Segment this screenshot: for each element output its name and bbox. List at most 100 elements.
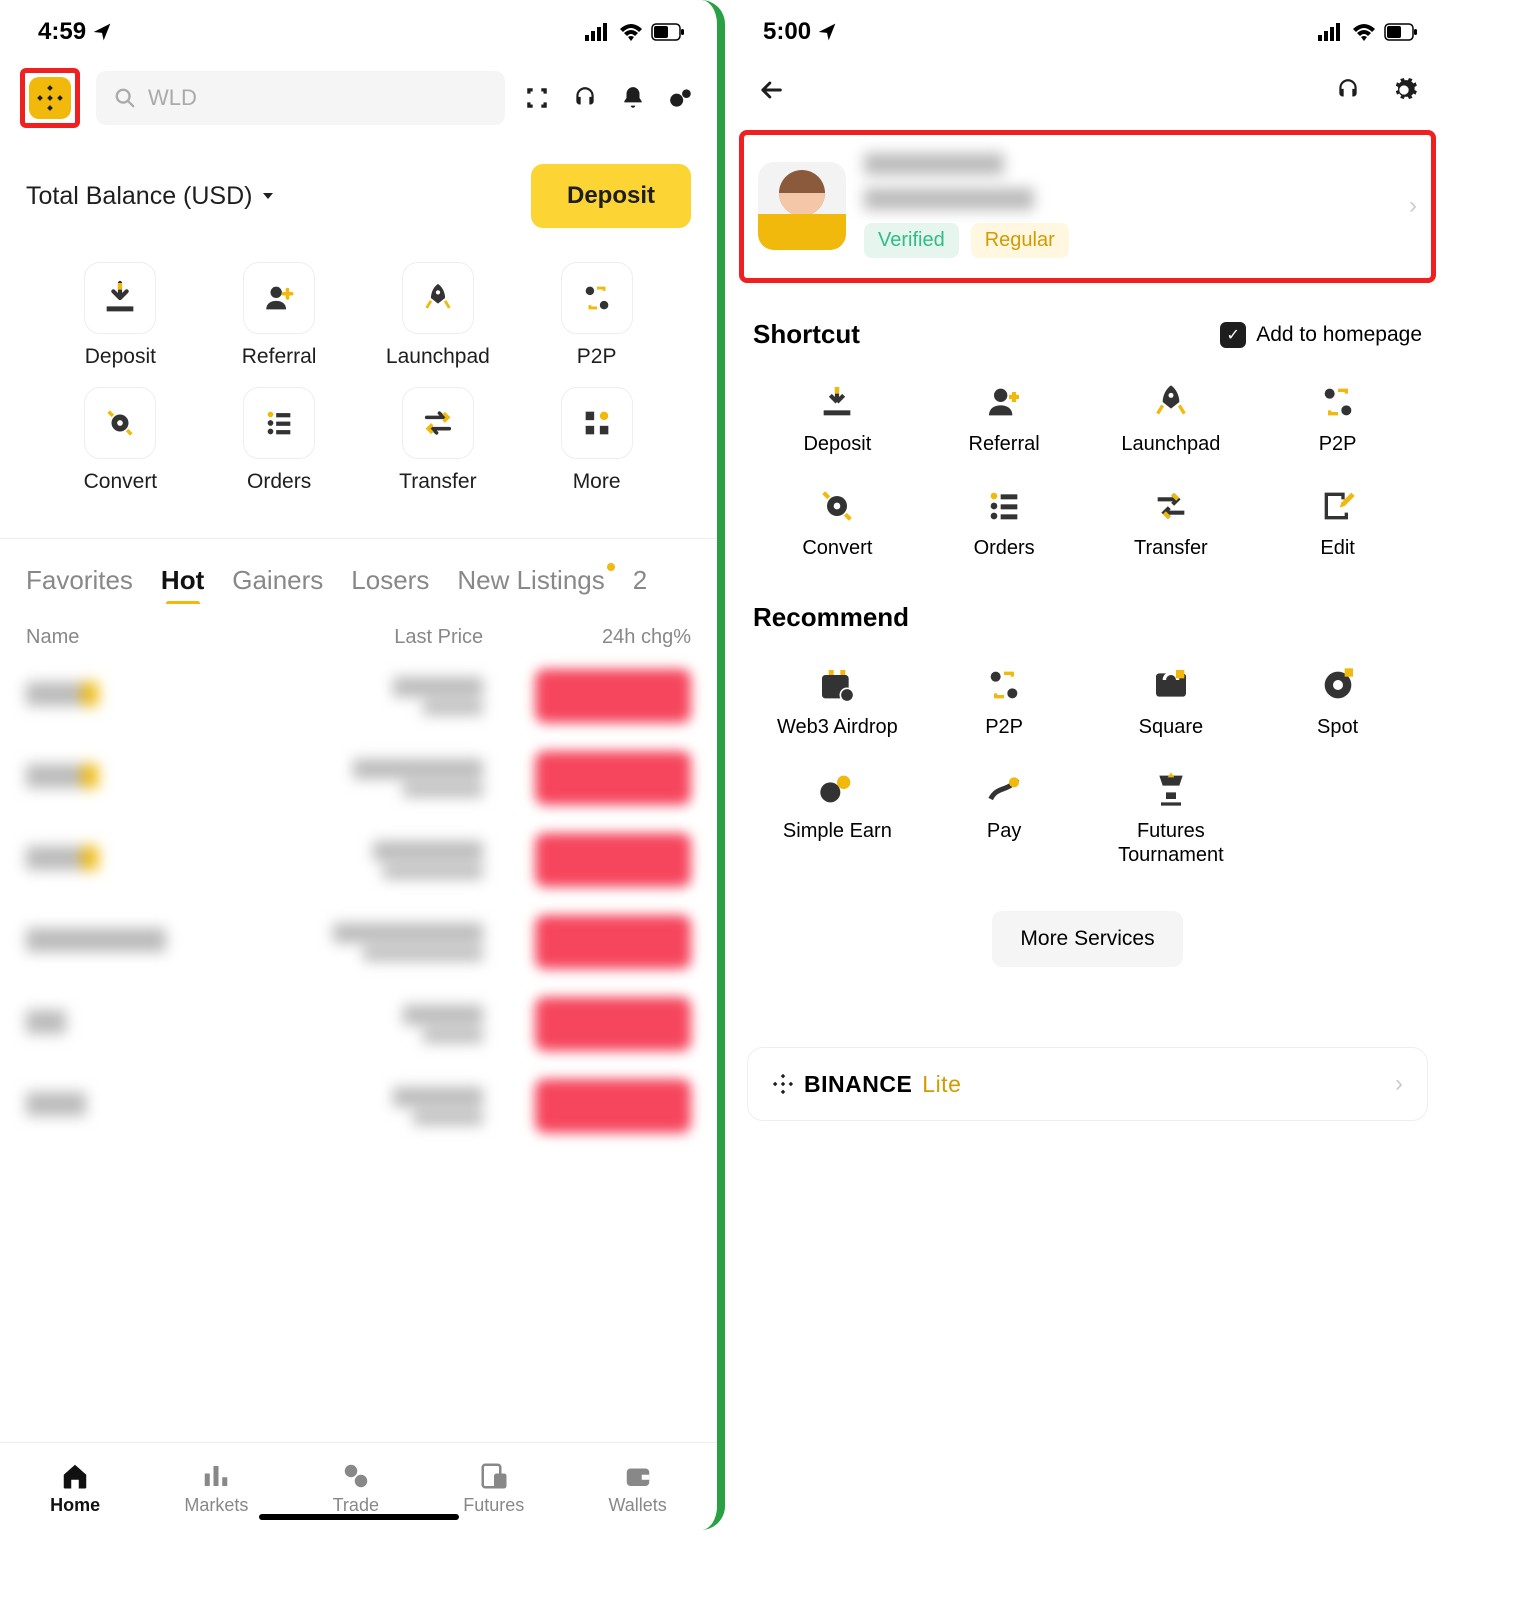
lite-suffix: Lite <box>922 1071 961 1098</box>
headset-icon[interactable] <box>569 82 601 114</box>
recommend-spot[interactable]: Spot <box>1259 665 1416 739</box>
status-time: 4:59 <box>38 18 86 46</box>
shortcut-edit[interactable]: Edit <box>1259 486 1416 560</box>
status-bar: 5:00 <box>725 0 1450 56</box>
search-placeholder: WLD <box>148 85 197 111</box>
tab-hot[interactable]: Hot <box>161 565 204 596</box>
header-name[interactable]: Name <box>26 626 275 649</box>
balance-dropdown[interactable]: Total Balance (USD) <box>26 182 276 211</box>
battery-icon <box>651 23 685 41</box>
signal-icon <box>585 23 611 41</box>
signal-icon <box>1318 23 1344 41</box>
divider <box>0 538 717 539</box>
profile-name-redacted <box>864 153 1391 180</box>
wifi-icon <box>1352 23 1376 41</box>
recommend-p2p[interactable]: P2P <box>926 665 1083 739</box>
header-bar <box>725 56 1450 124</box>
recommend-web3-airdrop[interactable]: Web3 Airdrop <box>759 665 916 739</box>
screen-home: 4:59 WLD Total Balance (USD) Deposit <box>0 0 725 1530</box>
shortcut-referral[interactable]: Referral <box>926 382 1083 456</box>
binance-lite-card[interactable]: BINANCE Lite › <box>747 1047 1428 1121</box>
tab-losers[interactable]: Losers <box>351 565 429 596</box>
binance-logo[interactable] <box>29 77 71 119</box>
section-shortcut-header: Shortcut ✓ Add to homepage <box>725 301 1450 358</box>
search-icon <box>114 87 136 109</box>
top-toolbar: WLD <box>0 56 717 140</box>
tab-more[interactable]: 2 <box>633 565 647 596</box>
recommend-square[interactable]: Square <box>1093 665 1250 739</box>
chat-icon[interactable] <box>665 82 697 114</box>
shortcut-referral[interactable]: Referral <box>209 262 350 369</box>
badge-verified: Verified <box>864 223 959 258</box>
nav-wallets[interactable]: Wallets <box>608 1461 666 1516</box>
chevron-down-icon <box>260 188 276 204</box>
market-tabs: Favorites Hot Gainers Losers New Listing… <box>0 547 717 604</box>
headset-icon[interactable] <box>1332 74 1364 106</box>
shortcut-deposit[interactable]: Deposit <box>50 262 191 369</box>
nav-home[interactable]: Home <box>50 1461 100 1516</box>
chevron-right-icon: › <box>1395 1070 1403 1098</box>
market-row[interactable] <box>0 901 717 983</box>
back-button[interactable] <box>755 74 787 106</box>
lite-brand: BINANCE <box>804 1071 912 1098</box>
nav-trade[interactable]: Trade <box>333 1461 379 1516</box>
shortcut-launchpad[interactable]: Launchpad <box>1093 382 1250 456</box>
location-icon <box>817 22 837 42</box>
shortcut-deposit[interactable]: Deposit <box>759 382 916 456</box>
shortcut-orders[interactable]: Orders <box>209 387 350 494</box>
shortcut-more[interactable]: More <box>526 387 667 494</box>
header-chg[interactable]: 24h chg% <box>483 626 691 649</box>
section-recommend-header: Recommend <box>725 584 1450 641</box>
recommend-futures-tournament[interactable]: Futures Tournament <box>1093 769 1250 867</box>
screen-profile: 5:00 Verified Regular › <box>725 0 1450 1530</box>
profile-id-redacted <box>864 188 1391 215</box>
home-indicator <box>259 1514 459 1520</box>
section-title-shortcut: Shortcut <box>753 319 860 350</box>
market-row[interactable] <box>0 1065 717 1147</box>
market-row[interactable] <box>0 655 717 737</box>
status-time: 5:00 <box>763 18 811 46</box>
bottom-nav: Home Markets Trade Futures Wallets <box>0 1442 717 1530</box>
battery-icon <box>1384 23 1418 41</box>
header-price[interactable]: Last Price <box>275 626 483 649</box>
recommend-pay[interactable]: Pay <box>926 769 1083 867</box>
deposit-button[interactable]: Deposit <box>531 164 691 228</box>
gear-icon[interactable] <box>1388 74 1420 106</box>
nav-markets[interactable]: Markets <box>184 1461 248 1516</box>
profile-card[interactable]: Verified Regular › <box>739 130 1436 283</box>
tab-new-listings[interactable]: New Listings <box>457 565 604 596</box>
search-input[interactable]: WLD <box>96 71 505 125</box>
tab-gainers[interactable]: Gainers <box>232 565 323 596</box>
shortcut-transfer[interactable]: Transfer <box>1093 486 1250 560</box>
status-bar: 4:59 <box>0 0 717 56</box>
tab-favorites[interactable]: Favorites <box>26 565 133 596</box>
shortcut-grid: Deposit Referral Launchpad P2P Convert O… <box>0 238 717 518</box>
market-row[interactable] <box>0 737 717 819</box>
add-homepage-toggle[interactable]: ✓ Add to homepage <box>1220 322 1422 348</box>
market-row[interactable] <box>0 983 717 1065</box>
avatar <box>758 162 846 250</box>
shortcut-orders[interactable]: Orders <box>926 486 1083 560</box>
badge-regular: Regular <box>971 223 1069 258</box>
wifi-icon <box>619 23 643 41</box>
checkbox-checked-icon: ✓ <box>1220 322 1246 348</box>
nav-futures[interactable]: Futures <box>463 1461 524 1516</box>
shortcut-p2p[interactable]: P2P <box>1259 382 1416 456</box>
shortcut-launchpad[interactable]: Launchpad <box>368 262 509 369</box>
recommend-simple-earn[interactable]: Simple Earn <box>759 769 916 867</box>
shortcut-p2p[interactable]: P2P <box>526 262 667 369</box>
shortcut-convert[interactable]: Convert <box>50 387 191 494</box>
shortcut-transfer[interactable]: Transfer <box>368 387 509 494</box>
scan-icon[interactable] <box>521 82 553 114</box>
section-title-recommend: Recommend <box>753 602 909 633</box>
market-row[interactable] <box>0 819 717 901</box>
shortcut-convert[interactable]: Convert <box>759 486 916 560</box>
balance-row: Total Balance (USD) Deposit <box>0 140 717 238</box>
logo-highlight <box>20 68 80 128</box>
list-header: Name Last Price 24h chg% <box>0 604 717 655</box>
binance-logo-icon <box>772 1073 794 1095</box>
bell-icon[interactable] <box>617 82 649 114</box>
more-services-button[interactable]: More Services <box>992 911 1182 967</box>
location-icon <box>92 22 112 42</box>
more-services-row: More Services <box>725 891 1450 1007</box>
